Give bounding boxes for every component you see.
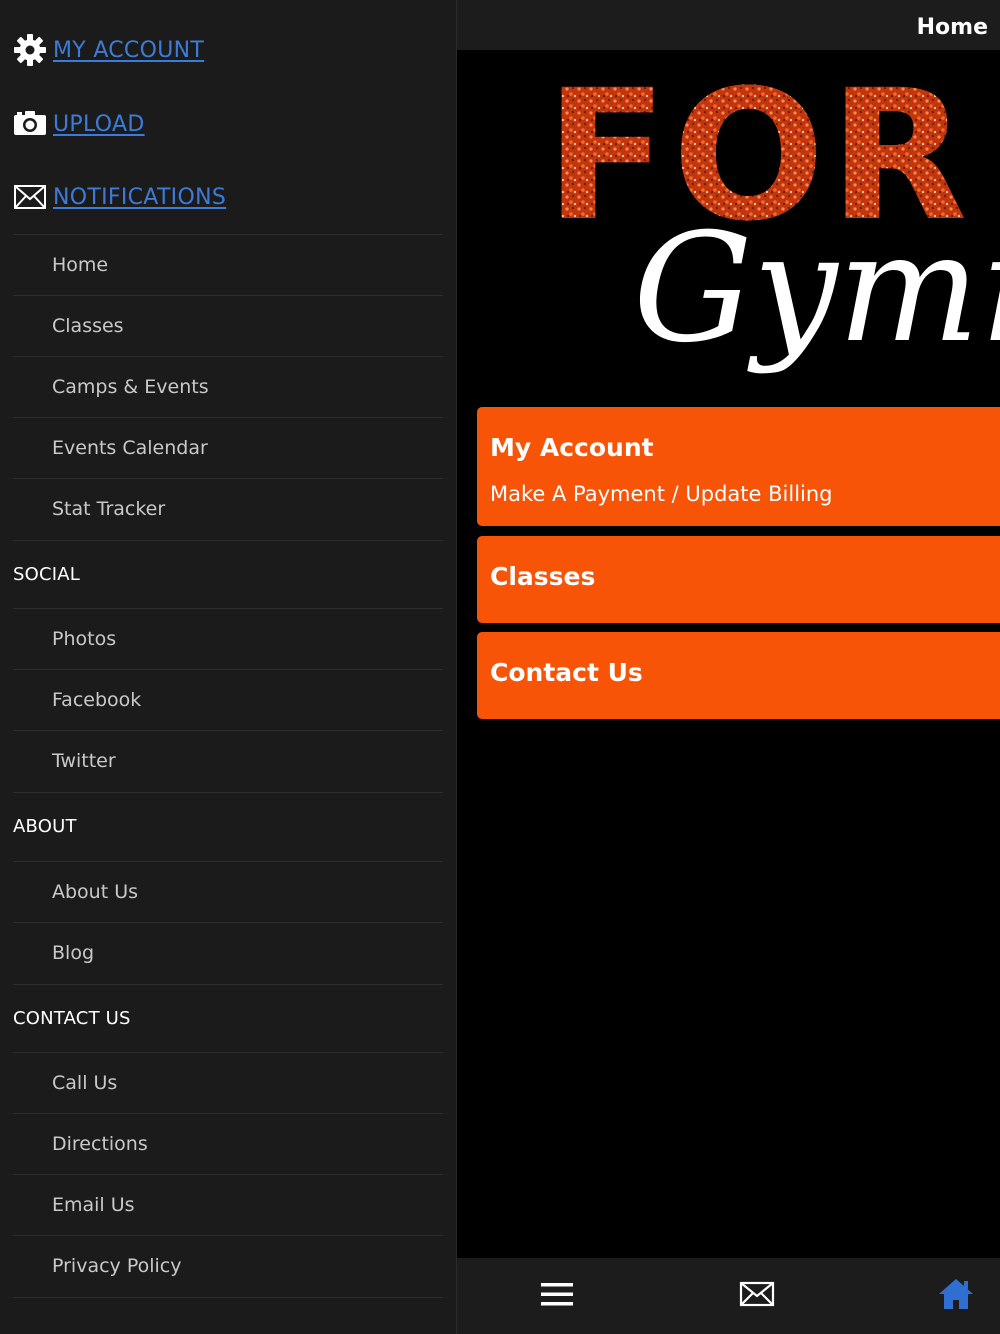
sidebar-item-classes[interactable]: Classes [13,295,443,356]
section-title: SOCIAL [13,564,81,585]
sidebar-item-label: Email Us [52,1194,135,1216]
envelope-icon [13,180,47,214]
logo-word-2: Gymn [633,202,1000,376]
sidebar-item-twitter[interactable]: Twitter [13,730,443,791]
page-title: Home [916,15,988,40]
sidebar-item-stat-tracker[interactable]: Stat Tracker [13,478,443,539]
sidebar-item-photos[interactable]: Photos [13,608,443,669]
sidebar-item-label: Twitter [52,750,116,772]
classes-card-title: Classes [490,562,596,591]
gym-logo: FOR Gymn [457,50,1000,400]
contact-us-card[interactable]: Contact Us [477,632,1000,719]
upload-label: UPLOAD [53,111,145,137]
bottom-tab-bar [457,1258,1000,1334]
my-account-card-title: My Account [490,433,654,462]
sidebar-item-label: Blog [52,942,94,964]
sidebar-item-email-us[interactable]: Email Us [13,1174,443,1235]
sidebar-item-facebook[interactable]: Facebook [13,669,443,730]
notifications-label: NOTIFICATIONS [53,184,227,210]
sidebar-item-camps-events[interactable]: Camps & Events [13,356,443,417]
sidebar-item-privacy-policy[interactable]: Privacy Policy [13,1235,443,1296]
sidebar-menu: MY ACCOUNT UPLOAD NOTIFICATIONS Home Cla… [0,0,457,1334]
sidebar-item-home[interactable]: Home [13,234,443,295]
sidebar-item-about-us[interactable]: About Us [13,861,443,922]
sidebar-item-label: Privacy Policy [52,1255,182,1277]
sidebar-item-label: Facebook [52,689,142,711]
sidebar-item-label: Photos [52,628,117,650]
sidebar-item-call-us[interactable]: Call Us [13,1052,443,1113]
section-title: CONTACT US [13,1008,131,1029]
sidebar-item-events-calendar[interactable]: Events Calendar [13,417,443,478]
section-header-about: ABOUT [13,792,443,860]
messages-tab[interactable] [717,1258,797,1334]
menu-tab[interactable] [517,1258,597,1334]
home-icon [938,1277,974,1315]
menu-divider [13,1297,443,1298]
section-title: ABOUT [13,816,77,837]
sidebar-item-label: Call Us [52,1072,118,1094]
sidebar-item-label: Events Calendar [52,437,208,459]
classes-card[interactable]: Classes [477,536,1000,623]
main-content: Home FOR Gymn My Account Make A Payment … [457,0,1000,1334]
my-account-label: MY ACCOUNT [53,37,205,63]
sidebar-item-label: Camps & Events [52,376,209,398]
section-header-social: SOCIAL [13,540,443,608]
notifications-link[interactable]: NOTIFICATIONS [13,177,226,217]
sidebar-item-blog[interactable]: Blog [13,922,443,983]
camera-icon [13,107,47,141]
menu-icon [540,1281,574,1311]
my-account-card-subtitle: Make A Payment / Update Billing [490,482,833,506]
contact-us-card-title: Contact Us [490,658,643,687]
my-account-card[interactable]: My Account Make A Payment / Update Billi… [477,407,1000,526]
sidebar-item-label: Home [52,254,109,276]
home-tab[interactable] [916,1258,996,1334]
envelope-icon [739,1280,775,1312]
sidebar-item-label: About Us [52,881,139,903]
upload-link[interactable]: UPLOAD [13,104,145,144]
section-header-contact-us: CONTACT US [13,984,443,1052]
sidebar-item-label: Classes [52,315,124,337]
top-bar: Home [457,0,1000,50]
sidebar-item-label: Directions [52,1133,148,1155]
sidebar-item-label: Stat Tracker [52,498,166,520]
gear-icon [13,33,47,67]
my-account-link[interactable]: MY ACCOUNT [13,30,204,70]
sidebar-item-directions[interactable]: Directions [13,1113,443,1174]
